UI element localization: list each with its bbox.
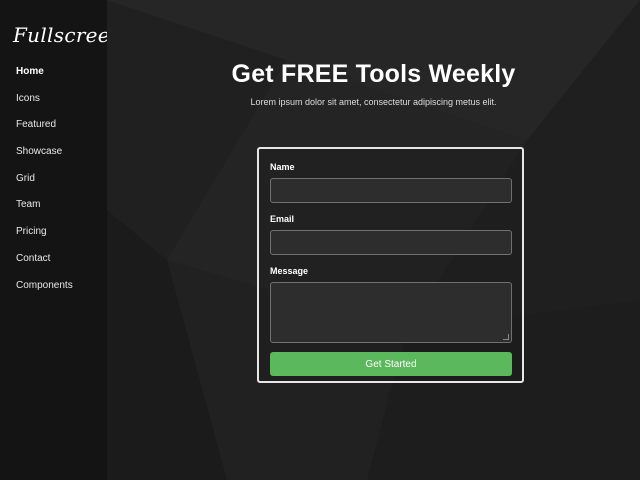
email-label: Email [270, 214, 295, 224]
sidebar-item-icons[interactable]: Icons [0, 89, 107, 116]
main-content: Get FREE Tools Weekly Lorem ipsum dolor … [107, 0, 640, 480]
email-input[interactable] [270, 230, 512, 255]
brand-logo[interactable]: Fullscreen [13, 20, 123, 50]
name-input[interactable] [270, 178, 512, 203]
sidebar-item-pricing[interactable]: Pricing [0, 222, 107, 249]
sidebar-item-team[interactable]: Team [0, 195, 107, 222]
sidebar-item-contact[interactable]: Contact [0, 249, 107, 276]
name-label: Name [270, 162, 295, 172]
message-textarea[interactable] [270, 282, 512, 343]
sidebar-item-grid[interactable]: Grid [0, 169, 107, 196]
signup-form: Name Email Message Get Started [257, 147, 524, 383]
sidebar-item-home[interactable]: Home [0, 62, 107, 89]
get-started-button[interactable]: Get Started [270, 352, 512, 376]
sidebar: Fullscreen Home Icons Featured Showcase … [0, 0, 123, 480]
page: Fullscreen Home Icons Featured Showcase … [0, 0, 640, 480]
sidebar-item-showcase[interactable]: Showcase [0, 142, 107, 169]
page-title: Get FREE Tools Weekly [231, 60, 516, 88]
sidebar-item-components[interactable]: Components [0, 276, 107, 303]
resize-handle-icon[interactable] [503, 334, 509, 340]
sidebar-item-featured[interactable]: Featured [0, 115, 107, 142]
sidebar-nav: Home Icons Featured Showcase Grid Team P… [0, 62, 107, 302]
page-subtitle: Lorem ipsum dolor sit amet, consectetur … [250, 97, 497, 107]
message-label: Message [270, 266, 309, 276]
